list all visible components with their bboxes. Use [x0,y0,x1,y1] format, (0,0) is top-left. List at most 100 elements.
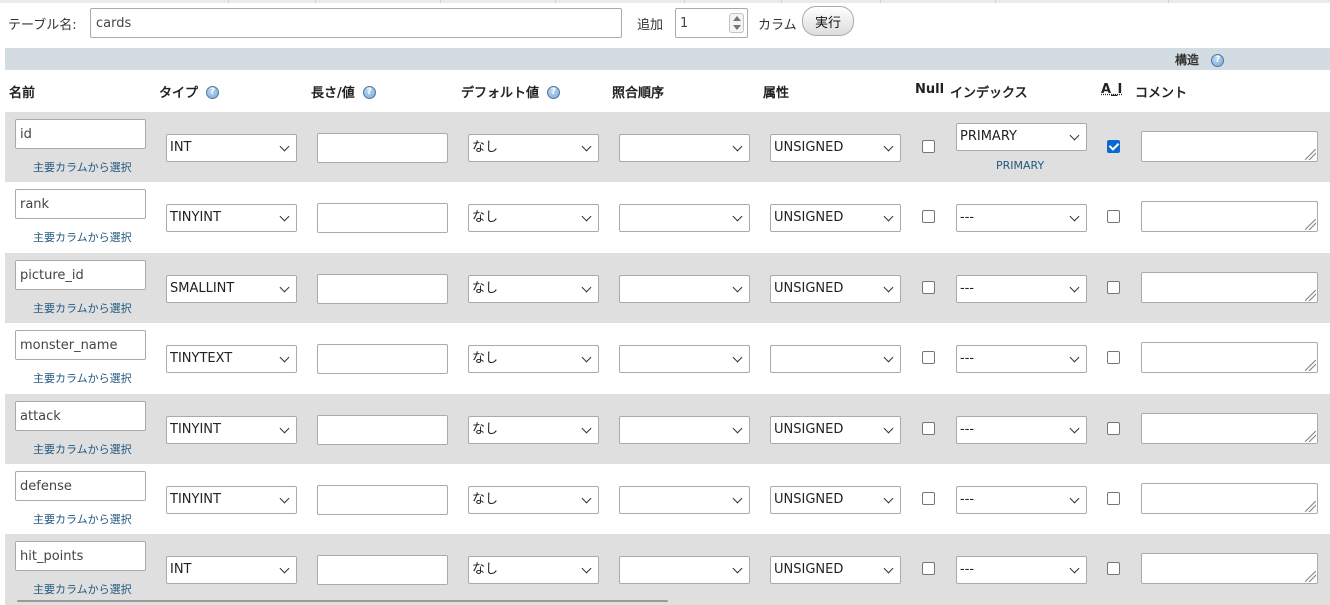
collation-select[interactable] [619,345,750,373]
spinner-arrows-icon[interactable] [729,13,744,33]
column-name-input[interactable] [15,330,146,360]
null-checkbox[interactable] [922,492,935,505]
auto-increment-checkbox[interactable] [1107,422,1120,435]
auto-increment-checkbox[interactable] [1107,210,1120,223]
type-select[interactable]: INT [166,134,297,162]
length-input[interactable] [317,274,448,304]
pick-from-central-columns-link[interactable]: 主要カラムから選択 [33,229,132,245]
chevron-down-icon [279,141,290,152]
attribute-select[interactable]: UNSIGNED [770,134,901,162]
pick-from-central-columns-link[interactable]: 主要カラムから選択 [33,370,132,386]
auto-increment-checkbox[interactable] [1107,562,1120,575]
header-index: インデックス [950,86,1028,101]
length-input[interactable] [317,555,448,585]
chevron-down-icon [581,423,592,434]
column-name-input[interactable] [15,541,146,571]
length-input[interactable] [317,133,448,163]
horizontal-scrollbar[interactable] [17,600,668,602]
null-checkbox[interactable] [922,351,935,364]
column-name-input[interactable] [15,471,146,501]
auto-increment-checkbox[interactable] [1107,140,1120,153]
default-select[interactable]: なし [468,275,599,303]
help-icon[interactable]: ? [547,86,561,99]
default-select[interactable]: なし [468,204,599,232]
comment-textarea[interactable] [1141,413,1318,444]
collation-select[interactable] [619,204,750,232]
null-checkbox[interactable] [922,281,935,294]
auto-increment-checkbox[interactable] [1107,281,1120,294]
type-select[interactable]: TINYTEXT [166,345,297,373]
index-select[interactable]: --- [956,556,1087,584]
attribute-select[interactable]: UNSIGNED [770,486,901,514]
type-select[interactable]: INT [166,556,297,584]
column-name-input[interactable] [15,189,146,219]
table-row: 主要カラムから選択 INT なし UNSIGNED --- [5,534,1330,605]
pick-from-central-columns-link[interactable]: 主要カラムから選択 [33,300,132,316]
type-select[interactable]: TINYINT [166,204,297,232]
null-checkbox[interactable] [922,562,935,575]
null-checkbox[interactable] [922,422,935,435]
length-input[interactable] [317,415,448,445]
column-name-input[interactable] [15,260,146,290]
auto-increment-checkbox[interactable] [1107,492,1120,505]
collation-select[interactable] [619,556,750,584]
attribute-select[interactable]: UNSIGNED [770,204,901,232]
add-column-count-stepper[interactable] [675,8,748,38]
table-row: 主要カラムから選択 TINYINT なし UNSIGNED --- [5,394,1330,465]
chevron-down-icon [1069,130,1080,141]
comment-textarea[interactable] [1141,201,1318,232]
help-icon[interactable]: ? [362,86,376,99]
chevron-down-icon [279,211,290,222]
chevron-down-icon [1069,352,1080,363]
pick-from-central-columns-link[interactable]: 主要カラムから選択 [33,511,132,527]
default-select[interactable]: なし [468,345,599,373]
column-name-input[interactable] [15,119,146,149]
length-input[interactable] [317,485,448,515]
primary-index-link[interactable]: PRIMARY [996,159,1044,172]
pick-from-central-columns-link[interactable]: 主要カラムから選択 [33,159,132,175]
index-select[interactable]: --- [956,345,1087,373]
collation-select[interactable] [619,416,750,444]
chevron-down-icon [883,563,894,574]
collation-select[interactable] [619,275,750,303]
comment-textarea[interactable] [1141,553,1318,584]
default-select[interactable]: なし [468,556,599,584]
help-icon[interactable]: ? [206,86,220,99]
type-select[interactable]: TINYINT [166,486,297,514]
add-column-count-input[interactable] [680,16,720,31]
attribute-select[interactable]: UNSIGNED [770,416,901,444]
collation-select[interactable] [619,486,750,514]
index-select[interactable]: --- [956,486,1087,514]
null-checkbox[interactable] [922,210,935,223]
help-icon[interactable]: ? [1211,54,1225,67]
type-select[interactable]: TINYINT [166,416,297,444]
chevron-down-icon [581,563,592,574]
attribute-select[interactable] [770,345,901,373]
null-checkbox[interactable] [922,140,935,153]
index-select[interactable]: --- [956,416,1087,444]
comment-textarea[interactable] [1141,131,1318,162]
pick-from-central-columns-link[interactable]: 主要カラムから選択 [33,581,132,597]
table-name-input[interactable] [90,8,622,38]
length-input[interactable] [317,203,448,233]
comment-textarea[interactable] [1141,272,1318,303]
chevron-down-icon [1069,563,1080,574]
index-select[interactable]: --- [956,275,1087,303]
type-select[interactable]: SMALLINT [166,275,297,303]
comment-textarea[interactable] [1141,342,1318,373]
comment-textarea[interactable] [1141,483,1318,514]
default-select[interactable]: なし [468,416,599,444]
attribute-select[interactable]: UNSIGNED [770,556,901,584]
collation-select[interactable] [619,134,750,162]
default-select[interactable]: なし [468,486,599,514]
auto-increment-checkbox[interactable] [1107,351,1120,364]
header-attributes: 属性 [763,86,790,101]
attribute-select[interactable]: UNSIGNED [770,275,901,303]
index-select[interactable]: PRIMARY [956,123,1087,151]
length-input[interactable] [317,344,448,374]
index-select[interactable]: --- [956,204,1087,232]
pick-from-central-columns-link[interactable]: 主要カラムから選択 [33,441,132,457]
default-select[interactable]: なし [468,134,599,162]
go-button[interactable]: 実行 [802,6,854,36]
column-name-input[interactable] [15,401,146,431]
